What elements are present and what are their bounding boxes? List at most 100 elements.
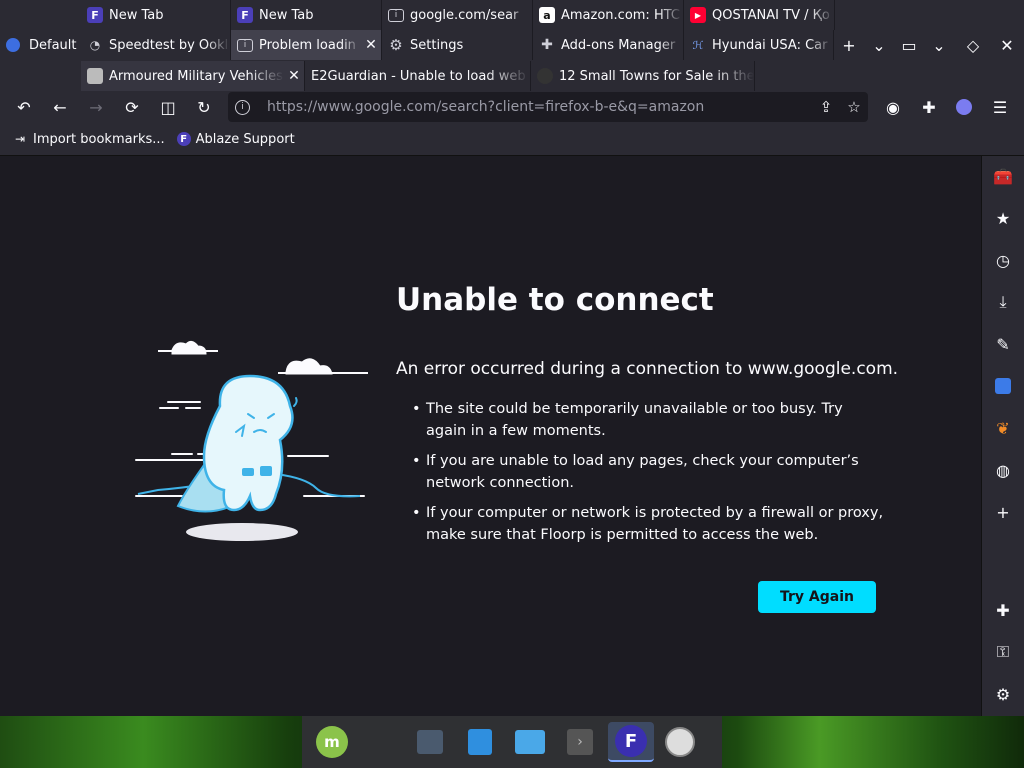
bookmark-import[interactable]: ⇥ Import bookmarks... xyxy=(12,131,165,147)
tab-e2guardian[interactable]: E2Guardian - Unable to load web xyxy=(305,61,531,91)
plus-icon: + xyxy=(842,35,856,55)
close-icon: ✕ xyxy=(1000,35,1014,55)
passwords-button[interactable]: ⚿ xyxy=(989,638,1017,666)
try-again-button[interactable]: Try Again xyxy=(758,581,876,613)
url-input[interactable]: https://www.google.com/search?client=fir… xyxy=(267,99,812,115)
add-panel-button[interactable]: + xyxy=(989,498,1017,526)
forward-button[interactable]: → xyxy=(82,93,110,121)
web-panel-button[interactable]: ◍ xyxy=(989,456,1017,484)
bookmark-star-icon[interactable]: ☆ xyxy=(840,98,868,116)
info-icon[interactable]: i xyxy=(235,99,250,115)
page-thumb-icon xyxy=(87,68,103,84)
translate-panel-button[interactable] xyxy=(989,372,1017,400)
tab-new-tab-1[interactable]: F New Tab xyxy=(81,0,231,30)
tab-addons-manager[interactable]: ✚ Add-ons Manager xyxy=(533,30,684,60)
profile-avatar-button[interactable] xyxy=(950,93,978,121)
tab-small-towns[interactable]: 12 Small Towns for Sale in the xyxy=(531,61,755,91)
notes-panel-button[interactable]: ✎ xyxy=(989,330,1017,358)
tab-hyundai[interactable]: ℋ Hyundai USA: Car xyxy=(684,30,834,60)
mint-menu-button[interactable]: m xyxy=(312,722,352,762)
settings-gear-icon: ⚙ xyxy=(995,684,1011,704)
downloads-panel-button[interactable]: ⤓ xyxy=(989,288,1017,316)
tab-title: Armoured Military Vehicles xyxy=(109,68,283,84)
sync-icon: ⟳ xyxy=(125,97,139,117)
arrow-left-icon: ← xyxy=(53,97,67,117)
reload-button[interactable]: ↻ xyxy=(190,93,218,121)
undo-close-tab-button[interactable]: ↶ xyxy=(10,93,38,121)
history-panel-button[interactable]: ◷ xyxy=(989,246,1017,274)
reload-icon: ↻ xyxy=(197,97,211,117)
error-suggestions-list: The site could be temporarily unavailabl… xyxy=(410,398,885,554)
hamburger-icon: ☰ xyxy=(992,97,1008,117)
window-icon: ▭ xyxy=(901,35,917,55)
sidebar-icon: ◫ xyxy=(160,97,176,117)
settings-icon xyxy=(417,730,443,754)
mint-menu-icon: m xyxy=(316,726,348,758)
tab-qostanai-tv[interactable]: ▶ QOSTANAI TV / Қо xyxy=(684,0,835,30)
tab-amazon[interactable]: a Amazon.com: HTC xyxy=(533,0,684,30)
app-menu-button[interactable]: ☰ xyxy=(986,93,1014,121)
add-panel-icon: + xyxy=(996,502,1010,522)
files-launcher[interactable] xyxy=(510,722,550,762)
chevron-down-icon: ⌄ xyxy=(872,35,886,55)
sync-button[interactable]: ⟳ xyxy=(118,93,146,121)
bookmark-ablaze-support[interactable]: F Ablaze Support xyxy=(176,132,295,147)
info-icon: i xyxy=(388,8,404,22)
amazon-icon: a xyxy=(539,7,555,23)
import-icon: ⇥ xyxy=(14,132,26,146)
software-store-launcher[interactable] xyxy=(460,722,500,762)
workspace-button[interactable]: ▭ xyxy=(894,30,924,60)
minimize-button[interactable]: ◇ xyxy=(958,30,988,60)
info-icon: i xyxy=(237,38,253,52)
sidebar-settings-button[interactable]: ⚙ xyxy=(989,680,1017,708)
tab-title: QOSTANAI TV / Қо xyxy=(712,7,830,23)
list-all-tabs-button[interactable]: ⌄ xyxy=(864,30,894,60)
terminal-launcher[interactable]: › xyxy=(560,722,600,762)
tab-title: Amazon.com: HTC xyxy=(561,7,680,23)
translate-icon xyxy=(995,378,1011,394)
close-window-button[interactable]: ✕ xyxy=(992,30,1022,60)
error-description: An error occurred during a connection to… xyxy=(396,359,899,379)
tab-armoured-vehicles[interactable]: Armoured Military Vehicles ✕ xyxy=(81,61,305,91)
close-tab-icon[interactable]: ✕ xyxy=(361,37,381,53)
web-app-launcher[interactable] xyxy=(660,722,700,762)
tab-settings[interactable]: ⚙ Settings xyxy=(382,30,533,60)
floorp-icon: F xyxy=(237,7,253,23)
avatar-icon xyxy=(956,99,972,115)
bookmarks-toolbar: ⇥ Import bookmarks... F Ablaze Support xyxy=(0,123,1024,156)
tab-speedtest[interactable]: ◔ Speedtest by Ookl xyxy=(81,30,231,60)
floorp-icon: F xyxy=(87,7,103,23)
page-thumb-icon xyxy=(537,68,553,84)
navigation-toolbar: ↶ ← → ⟳ ◫ ↻ i https://www.google.com/sea… xyxy=(0,91,1024,123)
account-button[interactable]: ◉ xyxy=(879,93,907,121)
tab-title: 12 Small Towns for Sale in the xyxy=(559,68,754,84)
bookmark-label: Import bookmarks... xyxy=(33,131,165,147)
tab-google-search[interactable]: i google.com/sear xyxy=(382,0,533,30)
tab-new-tab-2[interactable]: F New Tab xyxy=(231,0,382,30)
gear-icon: ⚙ xyxy=(389,36,403,54)
chevron-down-icon: ⌄ xyxy=(932,35,946,55)
tab-title: Speedtest by Ookl xyxy=(109,37,229,53)
settings-launcher[interactable] xyxy=(410,722,450,762)
extension-leaf-icon: ❦ xyxy=(996,418,1010,438)
list-item: If your computer or network is protected… xyxy=(410,502,885,546)
share-icon[interactable]: ⇪ xyxy=(812,98,840,116)
back-button[interactable]: ← xyxy=(46,93,74,121)
extensions-button[interactable]: ✚ xyxy=(915,93,943,121)
toolbox-button[interactable]: 🧰 xyxy=(989,162,1017,190)
tab-title: Hyundai USA: Car xyxy=(712,37,828,53)
sidebar-toggle-button[interactable]: ◫ xyxy=(154,93,182,121)
history-clock-icon: ◷ xyxy=(996,250,1010,270)
files-icon xyxy=(515,730,545,754)
downloads-icon: ⤓ xyxy=(999,292,1007,311)
workspace-menu-button[interactable]: ⌄ xyxy=(924,30,954,60)
extensions-sidebar-button[interactable]: ✚ xyxy=(989,596,1017,624)
bookmarks-panel-button[interactable]: ★ xyxy=(989,204,1017,232)
extension-panel-button[interactable]: ❦ xyxy=(989,414,1017,442)
close-tab-icon[interactable]: ✕ xyxy=(284,68,304,84)
new-tab-button[interactable]: + xyxy=(834,30,864,60)
puzzle-icon: ✚ xyxy=(541,37,553,53)
floorp-browser-launcher[interactable]: F xyxy=(608,722,654,762)
tab-problem-loading[interactable]: i Problem loadin ✕ xyxy=(231,30,382,60)
url-bar[interactable]: i https://www.google.com/search?client=f… xyxy=(228,92,868,122)
